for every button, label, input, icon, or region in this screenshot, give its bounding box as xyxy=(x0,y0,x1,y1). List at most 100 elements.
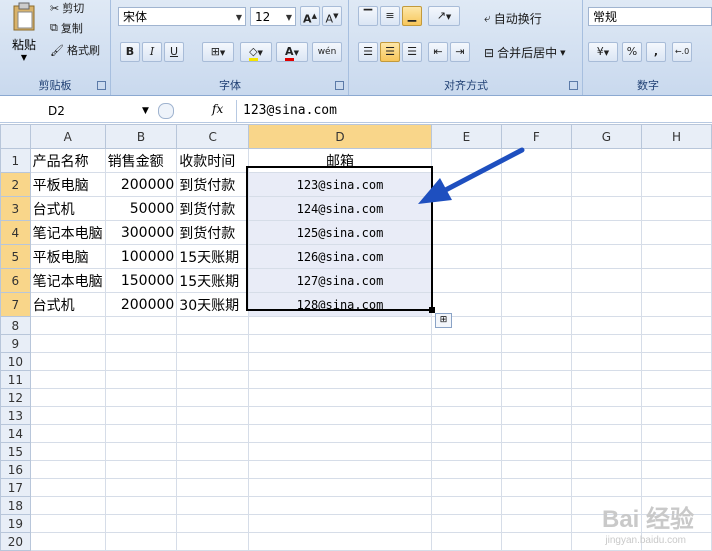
cell[interactable] xyxy=(640,268,712,293)
cell[interactable] xyxy=(430,478,502,497)
cell[interactable] xyxy=(570,442,642,461)
cell[interactable] xyxy=(570,196,642,221)
cell[interactable] xyxy=(248,388,432,407)
cell[interactable] xyxy=(570,220,642,245)
cell[interactable] xyxy=(570,148,642,173)
cell[interactable] xyxy=(500,388,572,407)
cell[interactable] xyxy=(500,442,572,461)
cell[interactable] xyxy=(500,292,572,317)
cell[interactable] xyxy=(570,424,642,443)
cell[interactable] xyxy=(500,424,572,443)
cell[interactable] xyxy=(570,172,642,197)
cell[interactable] xyxy=(248,496,432,515)
cell[interactable] xyxy=(640,244,712,269)
cell[interactable] xyxy=(29,388,106,407)
cell[interactable] xyxy=(104,478,178,497)
cell[interactable] xyxy=(248,370,432,389)
cell[interactable]: 到货付款 xyxy=(176,196,250,221)
cell[interactable] xyxy=(29,352,106,371)
cell[interactable]: 200000 xyxy=(104,172,178,197)
cell[interactable] xyxy=(104,370,178,389)
phonetic-button[interactable]: wén xyxy=(312,42,342,62)
row-header[interactable]: 14 xyxy=(0,424,31,443)
copy-button[interactable]: ⧉ 复制 xyxy=(50,20,83,36)
align-left-button[interactable]: ☰ xyxy=(358,42,378,62)
cell[interactable] xyxy=(570,316,642,335)
row-header[interactable]: 16 xyxy=(0,460,31,479)
wrap-text-button[interactable]: ⤶ 自动换行 xyxy=(484,10,542,27)
italic-button[interactable]: I xyxy=(142,42,162,62)
cell[interactable] xyxy=(29,460,106,479)
cell[interactable] xyxy=(640,292,712,317)
cell[interactable]: 50000 xyxy=(104,196,178,221)
dialog-launcher-icon[interactable] xyxy=(335,81,344,90)
cell[interactable] xyxy=(500,268,572,293)
cell[interactable] xyxy=(104,388,178,407)
cell[interactable] xyxy=(248,460,432,479)
cell[interactable] xyxy=(104,316,178,335)
cell[interactable]: 台式机 xyxy=(29,196,106,221)
cell[interactable] xyxy=(500,478,572,497)
cell[interactable] xyxy=(104,514,178,533)
cell[interactable]: 300000 xyxy=(104,220,178,245)
cell[interactable] xyxy=(176,514,250,533)
align-right-button[interactable]: ☰ xyxy=(402,42,422,62)
cell[interactable] xyxy=(640,442,712,461)
dialog-launcher-icon[interactable] xyxy=(569,81,578,90)
cell[interactable] xyxy=(29,424,106,443)
cell[interactable] xyxy=(430,268,502,293)
row-header[interactable]: 2 xyxy=(0,172,31,197)
cell[interactable] xyxy=(640,148,712,173)
cell[interactable]: 128@sina.com xyxy=(248,292,432,317)
row-header[interactable]: 3 xyxy=(0,196,31,221)
cell[interactable] xyxy=(176,478,250,497)
cell[interactable] xyxy=(430,442,502,461)
cell[interactable] xyxy=(176,424,250,443)
cell[interactable] xyxy=(176,334,250,353)
select-all-corner[interactable] xyxy=(0,124,31,149)
fill-color-button[interactable]: ◇▼ xyxy=(240,42,272,62)
cell[interactable] xyxy=(104,460,178,479)
row-header[interactable]: 13 xyxy=(0,406,31,425)
number-format-select[interactable]: 常规 xyxy=(588,7,712,26)
row-header[interactable]: 12 xyxy=(0,388,31,407)
cell[interactable] xyxy=(176,370,250,389)
cell[interactable] xyxy=(430,334,502,353)
cell[interactable] xyxy=(640,220,712,245)
cell[interactable]: 收款时间 xyxy=(176,148,250,173)
cell[interactable] xyxy=(248,352,432,371)
cell[interactable] xyxy=(29,406,106,425)
cell[interactable] xyxy=(640,406,712,425)
cell[interactable] xyxy=(430,424,502,443)
cell[interactable]: 平板电脑 xyxy=(29,172,106,197)
cell[interactable] xyxy=(570,334,642,353)
cell[interactable] xyxy=(248,442,432,461)
borders-button[interactable]: ⊞▼ xyxy=(202,42,234,62)
cell[interactable] xyxy=(430,496,502,515)
cell[interactable] xyxy=(570,268,642,293)
cell[interactable]: 150000 xyxy=(104,268,178,293)
cell[interactable] xyxy=(640,334,712,353)
cell[interactable] xyxy=(640,460,712,479)
cell[interactable] xyxy=(430,370,502,389)
cell[interactable]: 15天账期 xyxy=(176,244,250,269)
cell[interactable]: 125@sina.com xyxy=(248,220,432,245)
cell[interactable] xyxy=(570,478,642,497)
cell[interactable] xyxy=(176,406,250,425)
row-header[interactable]: 6 xyxy=(0,268,31,293)
comma-button[interactable]: , xyxy=(646,42,666,62)
cell[interactable] xyxy=(248,334,432,353)
orientation-button[interactable]: ↗▼ xyxy=(428,6,460,26)
cell[interactable] xyxy=(248,406,432,425)
cell[interactable] xyxy=(430,388,502,407)
cell[interactable]: 产品名称 xyxy=(29,148,106,173)
cell[interactable]: 到货付款 xyxy=(176,220,250,245)
cell[interactable] xyxy=(570,352,642,371)
paste-button[interactable]: 粘贴 ▼ xyxy=(6,2,42,64)
font-color-button[interactable]: A▼ xyxy=(276,42,308,62)
formula-bar-splitter[interactable] xyxy=(158,103,174,119)
cell[interactable] xyxy=(500,496,572,515)
cell[interactable] xyxy=(500,220,572,245)
cell[interactable] xyxy=(430,406,502,425)
cell[interactable] xyxy=(176,496,250,515)
